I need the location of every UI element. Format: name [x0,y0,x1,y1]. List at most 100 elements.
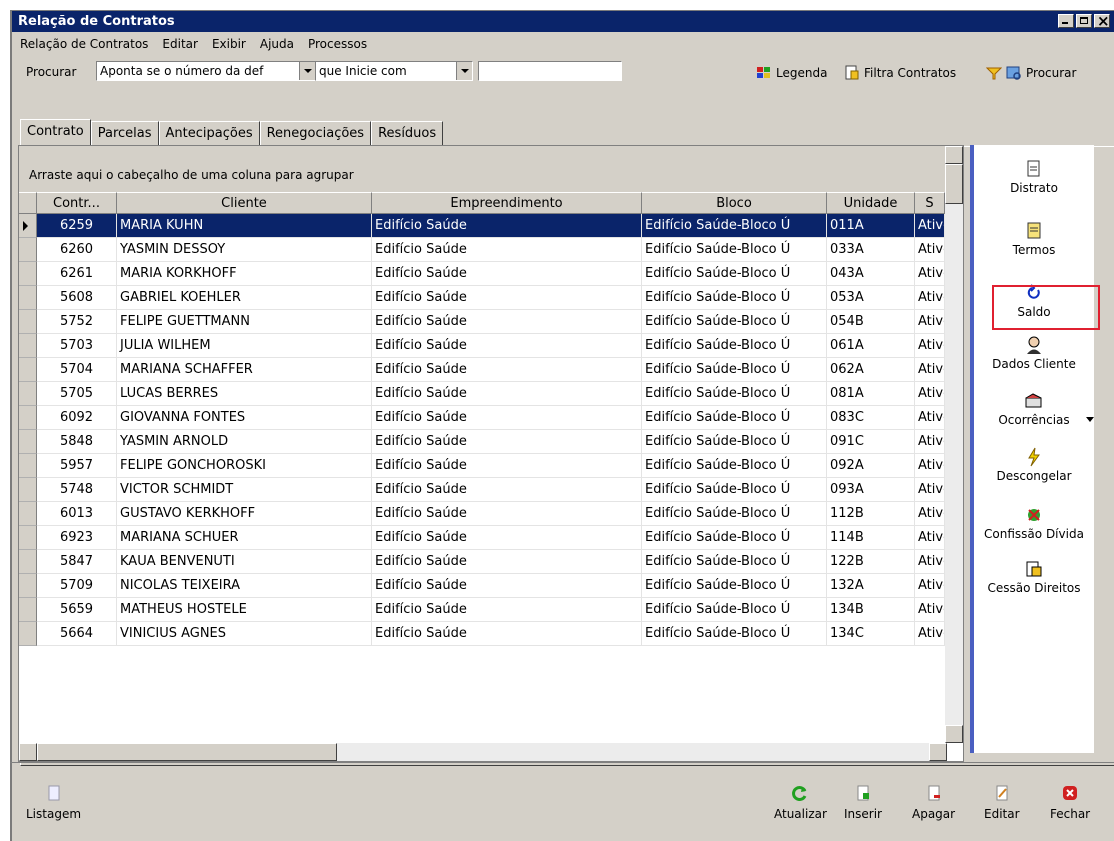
minimize-button[interactable] [1058,14,1074,28]
cell-unidade[interactable]: 132A [827,574,915,598]
cell-empreendimento[interactable]: Edifício Saúde [372,550,642,574]
confissao-divida-button[interactable]: Confissão Dívida [974,505,1094,541]
row-indicator[interactable] [19,214,37,238]
cell-bloco[interactable]: Edifício Saúde-Bloco Ú [642,598,827,622]
cessao-direitos-button[interactable]: Cessão Direitos [974,559,1094,595]
table-row[interactable]: 6261 MARIA KORKHOFF Edifício Saúde Edifício… [19,262,945,286]
tab-contrato[interactable]: Contrato [20,119,91,147]
cell-bloco[interactable]: Edifício Saúde-Bloco Ú [642,238,827,262]
row-indicator[interactable] [19,502,37,526]
cell-unidade[interactable]: 033A [827,238,915,262]
cell-unidade[interactable]: 061A [827,334,915,358]
cell-situacao[interactable]: Ativo [915,262,945,286]
cell-cliente[interactable]: LUCAS BERRES [117,382,372,406]
cell-empreendimento[interactable]: Edifício Saúde [372,406,642,430]
hscroll-thumb[interactable] [37,743,337,761]
cell-bloco[interactable]: Edifício Saúde-Bloco Ú [642,262,827,286]
search-button[interactable]: Procurar [985,65,1076,81]
cell-empreendimento[interactable]: Edifício Saúde [372,454,642,478]
cell-empreendimento[interactable]: Edifício Saúde [372,310,642,334]
row-indicator[interactable] [19,574,37,598]
table-row[interactable]: 5705 LUCAS BERRES Edifício Saúde Edifício S… [19,382,945,406]
fechar-button[interactable]: Fechar [1050,785,1090,821]
close-window-button[interactable] [1094,11,1110,32]
header-contrato[interactable]: Contr... [37,192,117,214]
cell-contrato[interactable]: 5847 [37,550,117,574]
cell-situacao[interactable]: Ativo [915,574,945,598]
table-row[interactable]: 5848 YASMIN ARNOLD Edifício Saúde Edifício … [19,430,945,454]
cell-empreendimento[interactable]: Edifício Saúde [372,382,642,406]
cell-contrato[interactable]: 5703 [37,334,117,358]
cell-unidade[interactable]: 092A [827,454,915,478]
cell-bloco[interactable]: Edifício Saúde-Bloco Ú [642,454,827,478]
cell-cliente[interactable]: MARIANA SCHAFFER [117,358,372,382]
cell-cliente[interactable]: VICTOR SCHMIDT [117,478,372,502]
cell-bloco[interactable]: Edifício Saúde-Bloco Ú [642,574,827,598]
row-indicator[interactable] [19,526,37,550]
cell-contrato[interactable]: 5709 [37,574,117,598]
cell-cliente[interactable]: GIOVANNA FONTES [117,406,372,430]
header-cliente[interactable]: Cliente [117,192,372,214]
cell-empreendimento[interactable]: Edifício Saúde [372,238,642,262]
cell-cliente[interactable]: KAUA BENVENUTI [117,550,372,574]
cell-situacao[interactable]: Ativo [915,454,945,478]
cell-situacao[interactable]: Ativo [915,406,945,430]
cell-unidade[interactable]: 081A [827,382,915,406]
header-bloco[interactable]: Bloco [642,192,827,214]
scroll-down-button[interactable] [945,725,963,743]
cell-empreendimento[interactable]: Edifício Saúde [372,286,642,310]
row-indicator[interactable] [19,430,37,454]
cell-cliente[interactable]: VINICIUS AGNES [117,622,372,646]
cell-contrato[interactable]: 5608 [37,286,117,310]
menu-ajuda[interactable]: Ajuda [260,37,294,51]
distrato-button[interactable]: Distrato [974,159,1094,195]
row-indicator[interactable] [19,358,37,382]
table-row[interactable]: 5703 JULIA WILHEM Edifício Saúde Edifício S… [19,334,945,358]
scroll-right-button[interactable] [929,743,947,761]
table-row[interactable]: 6013 GUSTAVO KERKHOFF Edifício Saúde Edifíc… [19,502,945,526]
header-empreendimento[interactable]: Empreendimento [372,192,642,214]
cell-situacao[interactable]: Ativo [915,238,945,262]
cell-unidade[interactable]: 122B [827,550,915,574]
cell-bloco[interactable]: Edifício Saúde-Bloco Ú [642,286,827,310]
cell-empreendimento[interactable]: Edifício Saúde [372,430,642,454]
table-row[interactable]: 5957 FELIPE GONCHOROSKI Edifício Saúde Edif… [19,454,945,478]
cell-situacao[interactable]: Ativo [915,334,945,358]
cell-unidade[interactable]: 062A [827,358,915,382]
cell-situacao[interactable]: Ativo [915,526,945,550]
table-row[interactable]: 6260 YASMIN DESSOY Edifício Saúde Edifício … [19,238,945,262]
contracts-grid[interactable]: Arraste aqui o cabeçalho de uma coluna p… [18,145,964,762]
cell-cliente[interactable]: MARIA KORKHOFF [117,262,372,286]
vertical-scrollbar[interactable] [945,146,963,743]
search-operator-select[interactable]: que Inicie com [315,61,473,81]
cell-situacao[interactable]: Ativo [915,622,945,646]
row-indicator[interactable] [19,478,37,502]
table-row[interactable]: 5664 VINICIUS AGNES Edifício Saúde Edifício… [19,622,945,646]
cell-contrato[interactable]: 5704 [37,358,117,382]
chevron-down-icon[interactable] [299,62,315,80]
row-indicator[interactable] [19,286,37,310]
table-row[interactable]: 5704 MARIANA SCHAFFER Edifício Saúde Edifíc… [19,358,945,382]
cell-situacao[interactable]: Ativo [915,502,945,526]
cell-contrato[interactable]: 5848 [37,430,117,454]
cell-contrato[interactable]: 5752 [37,310,117,334]
row-indicator[interactable] [19,454,37,478]
table-row[interactable]: 5748 VICTOR SCHMIDT Edifício Saúde Edifício… [19,478,945,502]
row-indicator[interactable] [19,262,37,286]
row-indicator[interactable] [19,334,37,358]
cell-contrato[interactable]: 5705 [37,382,117,406]
table-row[interactable]: 5847 KAUA BENVENUTI Edifício Saúde Edifício… [19,550,945,574]
cell-empreendimento[interactable]: Edifício Saúde [372,598,642,622]
table-row[interactable]: 6923 MARIANA SCHUER Edifício Saúde Edifício… [19,526,945,550]
cell-contrato[interactable]: 6259 [37,214,117,238]
tab-parcelas[interactable]: Parcelas [90,121,159,147]
cell-cliente[interactable]: MARIA KUHN [117,214,372,238]
group-by-area[interactable]: Arraste aqui o cabeçalho de uma coluna p… [19,146,945,192]
header-situacao[interactable]: S [915,192,945,214]
cell-unidade[interactable]: 091C [827,430,915,454]
cell-bloco[interactable]: Edifício Saúde-Bloco Ú [642,334,827,358]
tab-antecipacoes[interactable]: Antecipações [158,121,260,147]
cell-empreendimento[interactable]: Edifício Saúde [372,526,642,550]
cell-cliente[interactable]: FELIPE GONCHOROSKI [117,454,372,478]
search-input[interactable] [478,61,622,81]
